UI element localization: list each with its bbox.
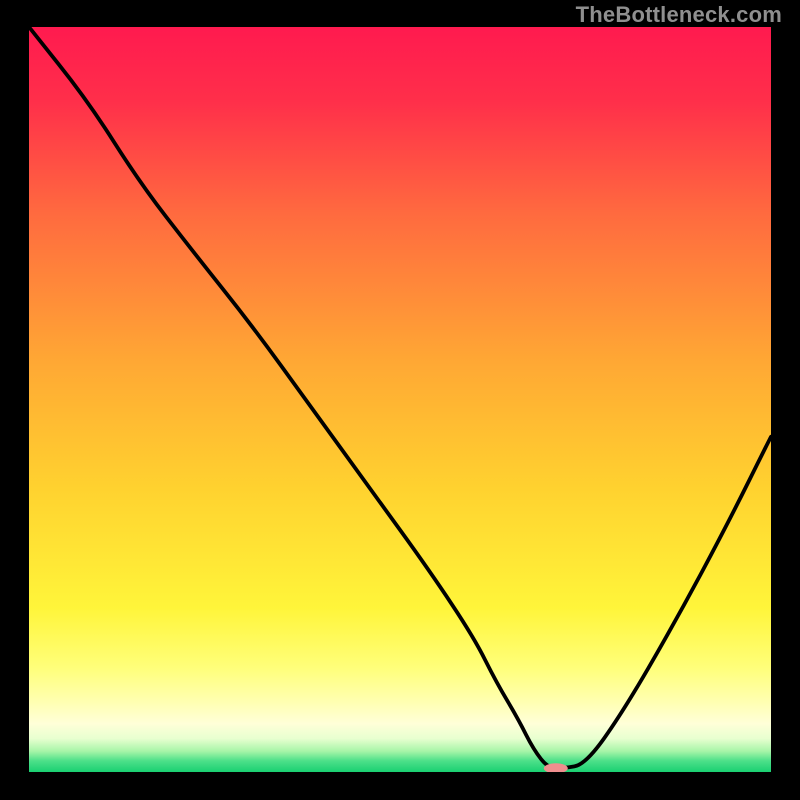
page-frame: TheBottleneck.com: [0, 0, 800, 800]
chart-background-gradient: [29, 27, 771, 772]
chart-plot-area: [29, 27, 771, 772]
chart-svg: [29, 27, 771, 772]
watermark-text: TheBottleneck.com: [576, 2, 782, 28]
